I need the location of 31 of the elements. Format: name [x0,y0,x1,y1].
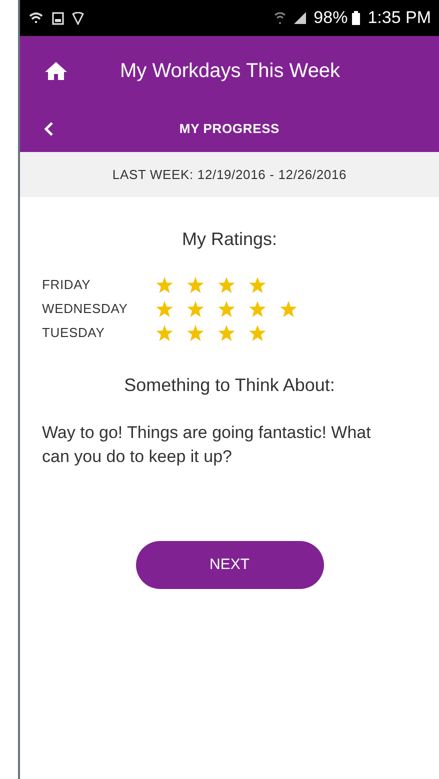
think-title: Something to Think About: [124,374,335,397]
star-icon [249,301,266,317]
ratings-title: My Ratings: [182,228,278,251]
star-icon [280,301,297,317]
battery-icon [352,11,360,25]
star-icon [249,277,266,293]
star-icon [156,301,173,317]
star-icon [187,325,204,341]
next-button[interactable]: NEXT [136,541,324,589]
star-icon [187,277,204,293]
screen-subtitle: MY PROGRESS [179,120,280,138]
star-icon [249,325,266,341]
think-message: Way to go! Things are going fantastic! What can you do to keep it up? [42,422,372,468]
image-icon [52,12,64,24]
day-label: TUESDAY [42,324,106,342]
status-time: 1:35 PM [368,7,431,30]
screen-title: My Workdays This Week [120,59,340,84]
week-range: LAST WEEK: 12/19/2016 - 12/26/2016 [112,166,347,184]
star-icon [218,325,235,341]
wifi-icon [274,11,286,25]
signal-icon [294,12,306,24]
home-icon[interactable] [44,61,68,81]
star-icon [156,325,173,341]
battery-level: 98% [314,7,348,30]
star-icon [156,277,173,293]
star-icon [218,301,235,317]
star-icon [218,277,235,293]
day-label: FRIDAY [42,276,92,294]
star-icon [187,301,204,317]
day-label: WEDNESDAY [42,300,129,318]
back-icon[interactable] [44,122,54,136]
